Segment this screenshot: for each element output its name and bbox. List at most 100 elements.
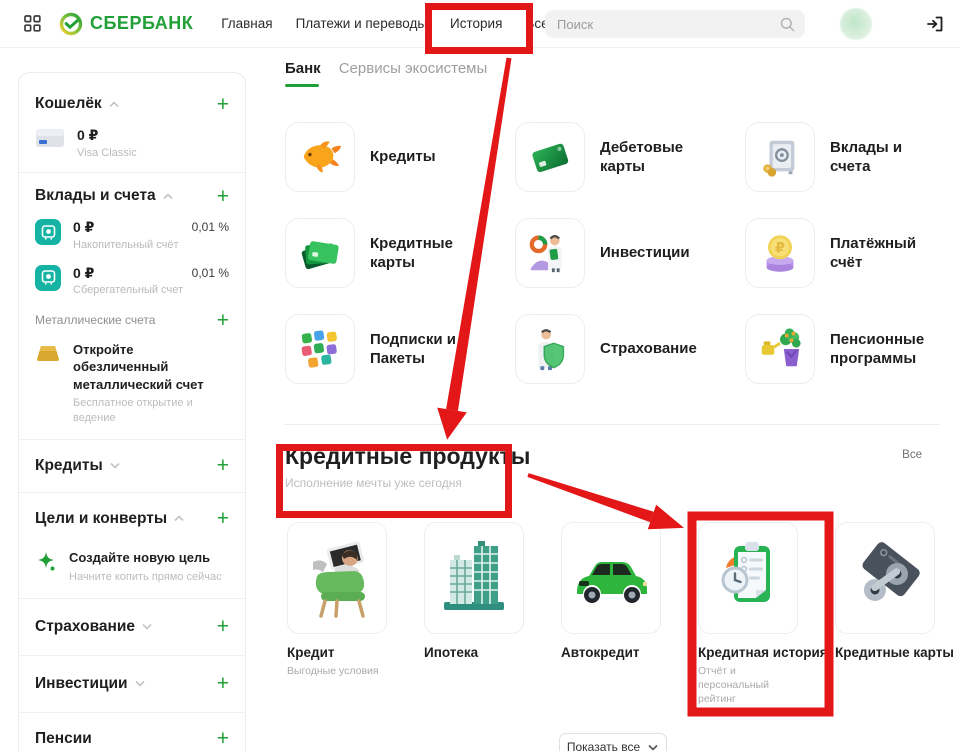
- metal-promo-title: Откройте обезличенный металлический счет: [73, 341, 229, 394]
- nav-home[interactable]: Главная: [221, 16, 272, 31]
- account-amount: 0 ₽: [73, 219, 178, 237]
- clipboard-clock-icon: [698, 522, 798, 634]
- chevron-up-icon[interactable]: [109, 101, 119, 108]
- add-pension-button[interactable]: +: [217, 728, 229, 749]
- card-label: Visa Classic: [77, 147, 137, 161]
- credit-products-subtitle: Исполнение мечты уже сегодня: [285, 476, 940, 490]
- chevron-down-icon[interactable]: [142, 623, 152, 630]
- product-deposits[interactable]: Вклады и счета: [745, 122, 940, 192]
- goldfish-icon: [285, 122, 355, 192]
- safe-icon: [745, 122, 815, 192]
- metal-account-promo[interactable]: Откройте обезличенный металлический счет…: [35, 341, 229, 425]
- product-label: Подписки и Пакеты: [370, 330, 488, 369]
- investments-section: Инвестиции +: [19, 655, 245, 712]
- card-auto-loan[interactable]: Автокредит: [561, 522, 661, 707]
- investments-title[interactable]: Инвестиции: [35, 675, 128, 693]
- wallet-section: Кошелёк + 0 ₽ Visa Classic: [19, 81, 245, 160]
- search-icon: [780, 17, 795, 32]
- catalog-tabs: Банк Сервисы экосистемы: [285, 60, 940, 100]
- tab-bank[interactable]: Банк: [285, 60, 321, 87]
- apps-grid-icon[interactable]: [24, 15, 41, 32]
- chevron-down-icon[interactable]: [135, 680, 145, 687]
- nav-history[interactable]: История: [450, 16, 502, 31]
- card-credit-history[interactable]: Кредитная история Отчёт и персональный р…: [698, 522, 798, 707]
- card-credit[interactable]: Кредит Выгодные условия: [287, 522, 387, 707]
- add-credit-button[interactable]: +: [217, 455, 229, 476]
- pensions-section: Пенсии +: [19, 712, 245, 751]
- add-wallet-button[interactable]: +: [217, 94, 229, 115]
- card-title: Кредитная история: [698, 645, 798, 660]
- dark-card-percent-icon: [835, 522, 935, 634]
- plant-icon: [745, 314, 815, 384]
- card-mortgage[interactable]: Ипотека: [424, 522, 524, 707]
- metal-promo-subtitle: Бесплатное открытие и ведение: [73, 396, 229, 425]
- debit-card-icon: [515, 122, 585, 192]
- goals-title[interactable]: Цели и конверты: [35, 510, 167, 528]
- shield-person-icon: [515, 314, 585, 384]
- goal-promo-subtitle: Начните копить прямо сейчас: [69, 570, 222, 584]
- savings-account-item[interactable]: 0 ₽ Сберегательный счет 0,01 %: [35, 265, 229, 298]
- product-pension-programs[interactable]: Пенсионные программы: [745, 314, 940, 384]
- chevron-up-icon[interactable]: [163, 193, 173, 200]
- add-deposit-button[interactable]: +: [217, 186, 229, 207]
- new-goal-promo[interactable]: Создайте новую цель Начните копить прямо…: [35, 549, 229, 584]
- product-label: Платёжный счёт: [830, 234, 940, 273]
- savings-account-item[interactable]: 0 ₽ Накопительный счёт 0,01 %: [35, 219, 229, 252]
- card-title: Кредит: [287, 645, 387, 660]
- card-credit-cards[interactable]: Кредитные карты: [835, 522, 935, 707]
- card-title: Автокредит: [561, 645, 661, 660]
- sberbank-logo-icon: [59, 12, 83, 36]
- product-payment-account[interactable]: ₽ Платёжный счёт: [745, 218, 940, 288]
- product-credit-cards[interactable]: Кредитные карты: [285, 218, 515, 288]
- product-label: Вклады и счета: [830, 138, 940, 177]
- cards-fan-icon: [285, 218, 355, 288]
- green-car-icon: [561, 522, 661, 634]
- search-box: [545, 10, 805, 38]
- sparkle-icon: [35, 551, 57, 573]
- card-subtitle: Отчёт и персональный рейтинг: [698, 664, 808, 707]
- show-all-button[interactable]: Показать все: [559, 733, 667, 751]
- credits-title[interactable]: Кредиты: [35, 457, 103, 475]
- add-metal-account-button[interactable]: +: [217, 310, 229, 331]
- deposits-title[interactable]: Вклады и счета: [35, 187, 156, 205]
- metal-accounts-label[interactable]: Металлические счета: [35, 313, 155, 327]
- account-label: Сберегательный счет: [73, 284, 183, 298]
- see-all-link[interactable]: Все: [902, 449, 922, 461]
- investor-icon: [515, 218, 585, 288]
- tab-ecosystem-services[interactable]: Сервисы экосистемы: [339, 60, 488, 87]
- add-insurance-button[interactable]: +: [217, 616, 229, 637]
- account-amount: 0 ₽: [73, 265, 183, 283]
- chevron-up-icon[interactable]: [174, 515, 184, 522]
- pensions-title[interactable]: Пенсии: [35, 730, 92, 748]
- search-input[interactable]: [545, 17, 780, 32]
- svg-text:₽: ₽: [775, 241, 785, 257]
- visa-card-item[interactable]: 0 ₽ Visa Classic: [35, 127, 229, 160]
- product-label: Пенсионные программы: [830, 330, 940, 369]
- show-all-label: Показать все: [567, 740, 640, 751]
- product-label: Дебетовые карты: [600, 138, 718, 177]
- gold-ingot-icon: [35, 343, 61, 362]
- product-investments[interactable]: Инвестиции: [515, 218, 745, 288]
- product-insurance[interactable]: Страхование: [515, 314, 745, 384]
- sberbank-logo[interactable]: СБЕРБАНК: [59, 12, 193, 36]
- add-investment-button[interactable]: +: [217, 673, 229, 694]
- product-debit-cards[interactable]: Дебетовые карты: [515, 122, 745, 192]
- product-label: Кредитные карты: [370, 234, 488, 273]
- products-grid: Кредиты Дебетовые карты: [285, 122, 940, 384]
- wallet-title[interactable]: Кошелёк: [35, 95, 102, 113]
- chevron-down-icon: [648, 744, 658, 751]
- product-credits[interactable]: Кредиты: [285, 122, 515, 192]
- accounts-sidebar: Кошелёк + 0 ₽ Visa Classic: [18, 72, 246, 751]
- card-title: Кредитные карты: [835, 645, 935, 660]
- chevron-down-icon[interactable]: [110, 462, 120, 469]
- nav-payments[interactable]: Платежи и переводы: [296, 16, 427, 31]
- apps-icon: [285, 314, 355, 384]
- insurance-title[interactable]: Страхование: [35, 618, 135, 636]
- product-subscriptions[interactable]: Подписки и Пакеты: [285, 314, 515, 384]
- avatar[interactable]: [840, 8, 872, 40]
- sberbank-online-page: СБЕРБАНК Главная Платежи и переводы Исто…: [0, 0, 960, 751]
- ruble-coin-icon: ₽: [745, 218, 815, 288]
- armchair-person-icon: [287, 522, 387, 634]
- logout-icon[interactable]: [925, 14, 945, 34]
- add-goal-button[interactable]: +: [217, 508, 229, 529]
